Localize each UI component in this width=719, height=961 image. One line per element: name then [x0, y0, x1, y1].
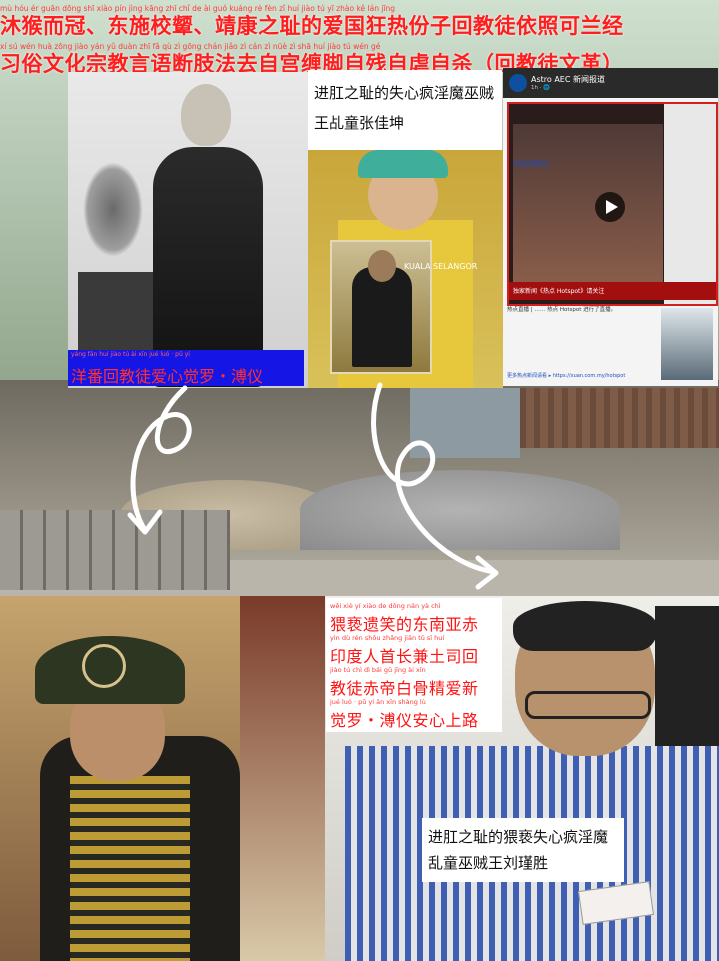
post-header: Astro AEC 新闻报道 1h · 🌐 [503, 68, 718, 98]
post-time: 1h · 🌐 [531, 85, 551, 91]
play-icon [606, 200, 618, 214]
video-overlay-text: 东姑阿都拉… [513, 160, 555, 168]
puyi-caption-pinyin: yáng fān huí jiào tú ài xīn jué luó · pǔ… [71, 351, 190, 358]
middle-caption-text: 觉罗・溥仪安心上路 [330, 711, 479, 730]
post-link[interactable]: 更多热点新闻请看 ▸ https://xuan.com.my/hotspot [507, 372, 625, 379]
ceremony-caption-label: 进肛之耻的失心疯淫魔巫贼王乩童张佳坤 [308, 70, 502, 150]
header-line-1-text: 沐猴而冠、东施校颦、靖康之耻的爱国狂热份子回教徒依照可兰经 [0, 13, 624, 38]
video-player[interactable]: 东姑阿都拉… 独家新闻《热点 Hotspot》请关注 [507, 102, 718, 306]
parliament-scene [513, 124, 663, 284]
bottom-caption-label: 进肛之耻的猥亵失心疯淫魔乱童巫贼王刘瑾胜 [422, 818, 624, 882]
inset-head [368, 250, 396, 282]
middle-caption-text: 教徒赤帝白骨精爱新 [330, 679, 479, 698]
video-caption-bar: 独家新闻《热点 Hotspot》请关注 [509, 282, 716, 300]
inset-figure [352, 267, 412, 367]
ceremony-caption-text: 进肛之耻的失心疯淫魔巫贼王乩童张佳坤 [314, 84, 495, 132]
background-figure [240, 596, 325, 961]
header-line-1: mù hóu ér guān dōng shī xiào pín jìng kā… [0, 0, 719, 40]
middle-caption-pinyin: yìn dù rén shǒu zhǎng jiān tǔ sī huí [330, 634, 445, 642]
middle-caption-line: yìn dù rén shǒu zhǎng jiān tǔ sī huí 印度人… [330, 634, 502, 666]
middle-caption-text: 印度人首长兼土司回 [330, 647, 479, 666]
bottom-caption-text: 进肛之耻的猥亵失心疯淫魔乱童巫贼王刘瑾胜 [428, 828, 609, 872]
royal-portrait-photo [0, 596, 325, 961]
inset-royal-photo [330, 240, 432, 374]
channel-avatar [509, 74, 527, 92]
middle-caption-label: wěi xiè yí xiào de dōng nán yà chì 猥亵遗笑的… [326, 598, 502, 732]
ceremony-headwear [358, 150, 448, 178]
video-side-panel [664, 104, 716, 304]
curved-arrow-right [371, 382, 498, 575]
social-post-screenshot: Astro AEC 新闻报道 1h · 🌐 东姑阿都拉… 独家新闻《热点 Hot… [503, 68, 718, 386]
middle-caption-pinyin: wěi xiè yí xiào de dōng nán yà chì [330, 602, 441, 610]
curved-arrow-left-head [127, 509, 163, 535]
middle-caption-line: jué luó · pǔ yí ān xīn shàng lù 觉罗・溥仪安心上… [330, 698, 502, 730]
inset-watermark: KUALA SELANGOR [404, 262, 478, 271]
man-hair [513, 601, 657, 651]
post-thumbnail[interactable] [661, 308, 713, 380]
middle-caption-pinyin: jiào tú chì dì bái gǔ jīng ài xīn [330, 666, 426, 674]
puyi-portrait-photo [68, 72, 308, 388]
glasses [525, 691, 651, 719]
curved-arrows [127, 382, 499, 590]
middle-caption-pinyin: jué luó · pǔ yí ān xīn shàng lù [330, 698, 426, 706]
middle-caption-text: 猥亵遗笑的东南亚赤 [330, 615, 479, 634]
post-body-text: 热点直播 | …… 热点 Hotspot 进行了直播。 [507, 307, 617, 313]
curved-arrow-left [130, 385, 192, 533]
portrait-head [181, 84, 231, 146]
gold-embroidery [70, 776, 190, 961]
ceremony-photo: KUALA SELANGOR [308, 150, 503, 388]
star-emblem-icon [82, 644, 126, 688]
channel-name: Astro AEC 新闻报道 [531, 75, 605, 84]
middle-caption-line: wěi xiè yí xiào de dōng nán yà chì 猥亵遗笑的… [330, 602, 502, 634]
plumed-hat [83, 162, 143, 257]
video-caption-text: 独家新闻《热点 Hotspot》请关注 [513, 288, 605, 295]
middle-caption-line: jiào tú chì dì bái gǔ jīng ài xīn 教徒赤帝白骨… [330, 666, 502, 698]
